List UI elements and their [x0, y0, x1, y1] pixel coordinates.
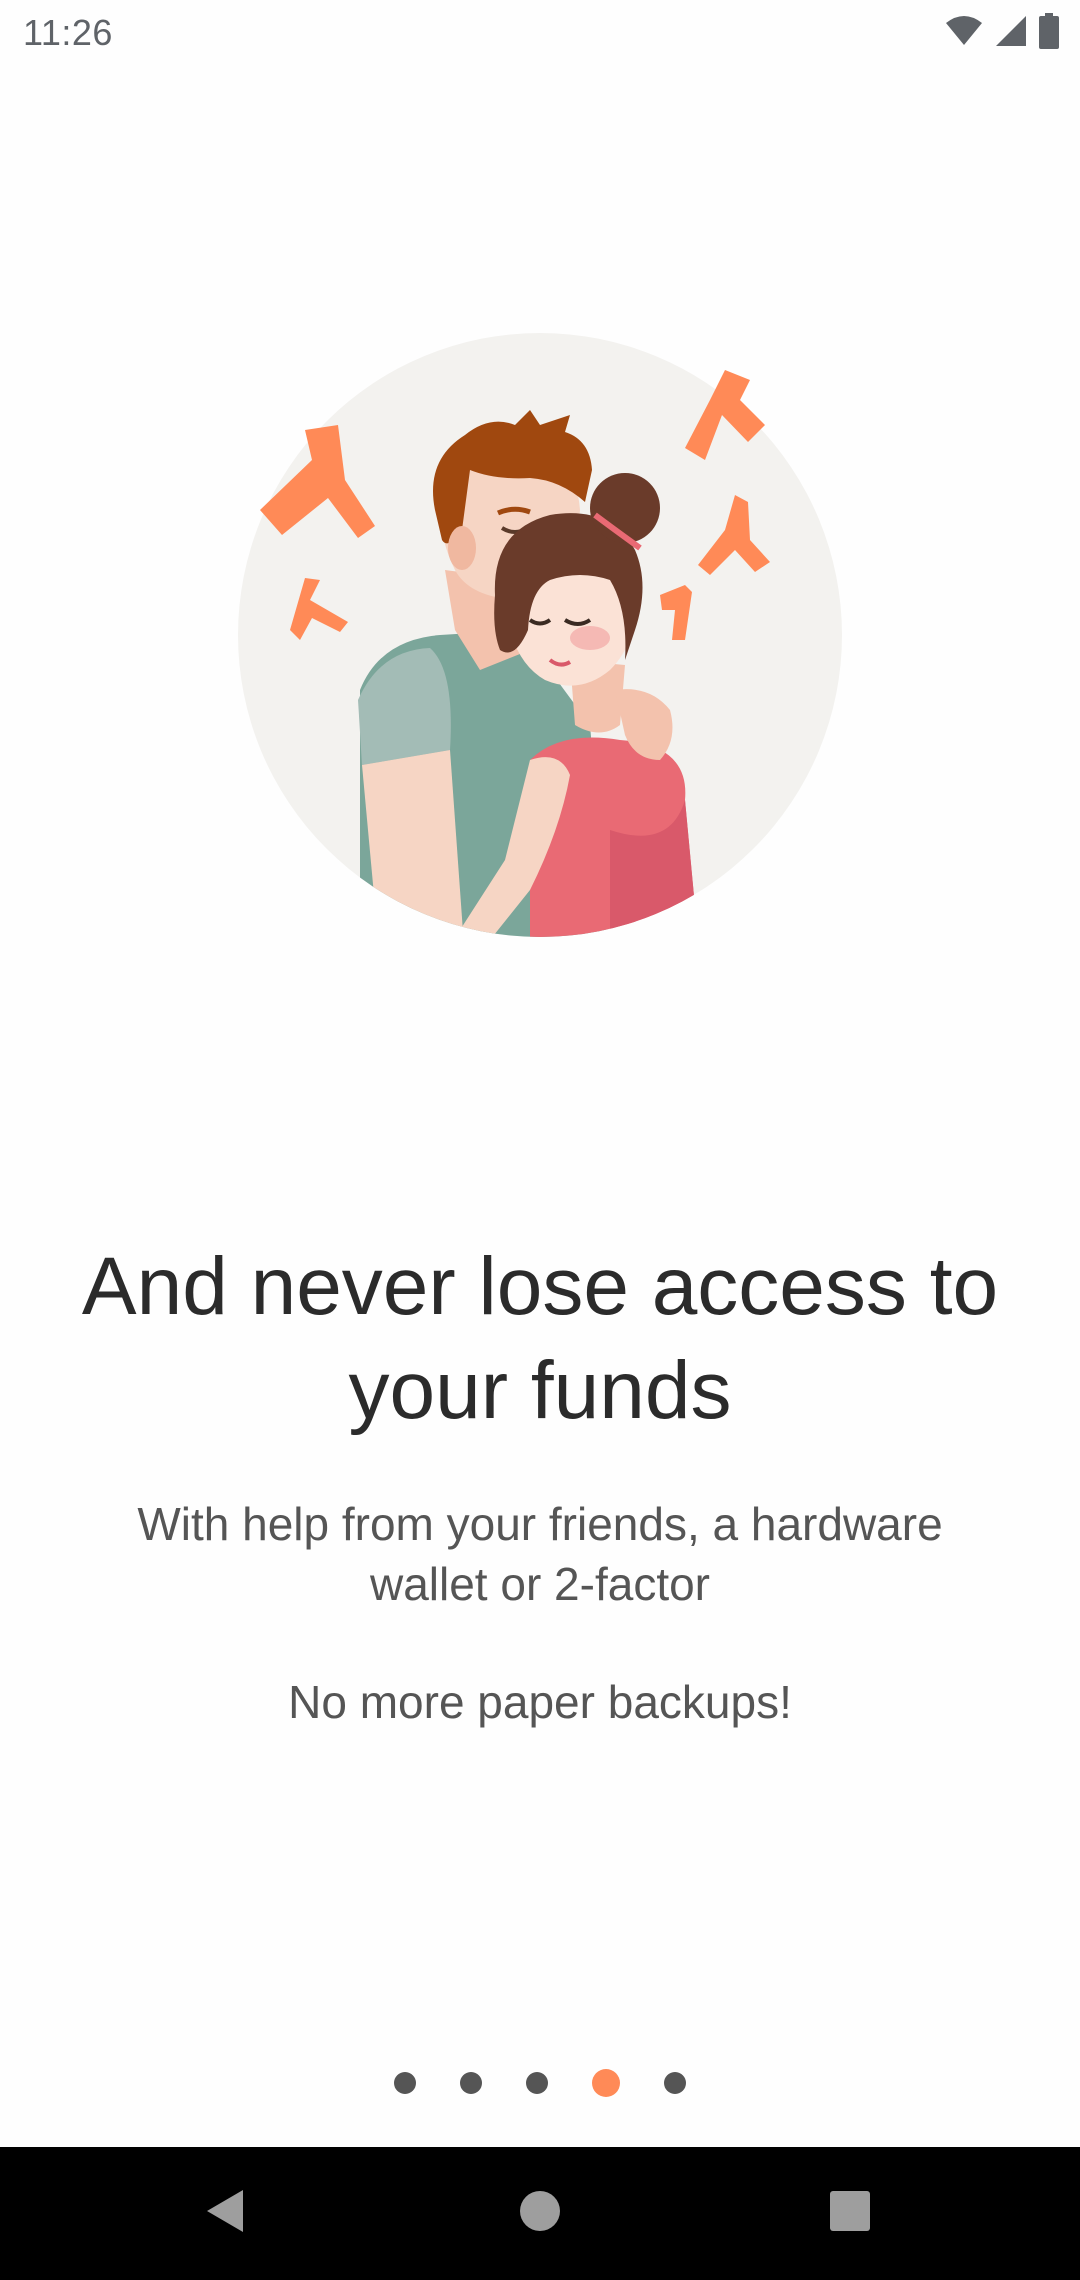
page-dot-5[interactable] [664, 2072, 686, 2094]
home-button[interactable] [470, 2147, 610, 2280]
page-dot-2[interactable] [460, 2072, 482, 2094]
onboarding-description: With help from your friends, a hardware … [137, 1498, 943, 1610]
status-time: 11:26 [23, 12, 113, 53]
back-icon [203, 2188, 247, 2239]
back-button[interactable] [155, 2147, 295, 2280]
onboarding-headline: And never lose access to your funds [81, 1241, 999, 1436]
status-icons [944, 12, 1060, 54]
wifi-icon [944, 15, 984, 52]
recents-button[interactable] [780, 2147, 920, 2280]
cellular-signal-icon [994, 14, 1028, 53]
battery-icon [1038, 12, 1060, 54]
onboarding-tagline: No more paper backups! [288, 1676, 792, 1728]
system-navigation-bar [0, 2147, 1080, 2280]
page-dot-4-active[interactable] [592, 2069, 620, 2097]
home-icon [519, 2190, 561, 2237]
page-indicator [0, 2068, 1080, 2098]
recents-icon [829, 2190, 871, 2237]
onboarding-screen: 11:26 And never lose access to your fund… [0, 0, 1080, 2280]
page-dot-1[interactable] [394, 2072, 416, 2094]
couple-hug-illustration [230, 330, 850, 950]
page-dot-3[interactable] [526, 2072, 548, 2094]
status-bar: 11:26 [0, 0, 1080, 66]
